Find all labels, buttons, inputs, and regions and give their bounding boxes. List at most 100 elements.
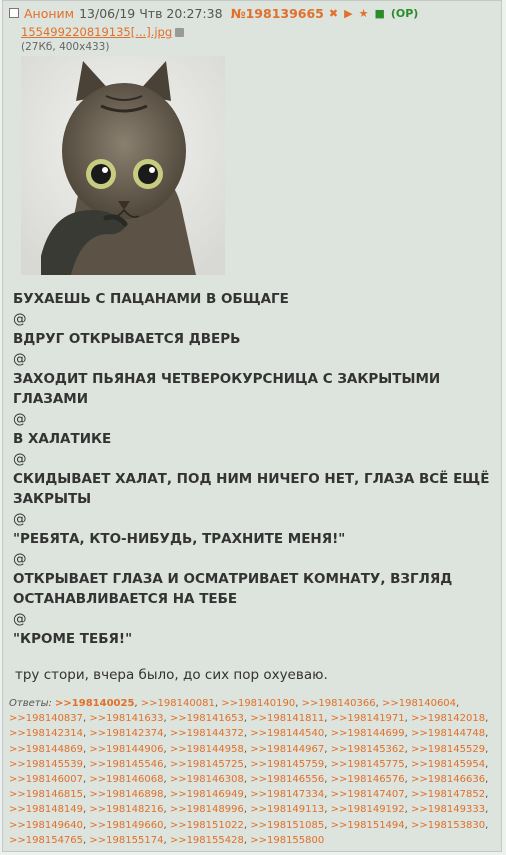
message-line: В ХАЛАТИКЕ xyxy=(13,431,112,447)
at-separator: @ xyxy=(13,351,27,367)
reply-link[interactable]: >>198146576 xyxy=(331,774,405,785)
reply-separator: , xyxy=(243,728,248,740)
replies-label: Ответы: xyxy=(9,698,52,709)
reply-link[interactable]: >>198147334 xyxy=(250,789,324,800)
reply-link[interactable]: >>198144967 xyxy=(250,744,324,755)
reply-link[interactable]: >>198140190 xyxy=(221,698,295,709)
reply-link[interactable]: >>198149333 xyxy=(411,804,485,815)
reply-separator: , xyxy=(83,834,87,846)
reply-link[interactable]: >>198146068 xyxy=(89,774,163,785)
reply-link[interactable]: >>198145546 xyxy=(89,759,163,770)
reply-link[interactable]: >>198141811 xyxy=(250,713,324,724)
file-name[interactable]: 155499220819135[...].jpg xyxy=(21,25,172,39)
reply-separator: , xyxy=(163,758,167,770)
reply-link[interactable]: >>198148149 xyxy=(9,804,83,815)
reply-link[interactable]: >>198155174 xyxy=(89,835,163,846)
reply-link[interactable]: >>198144869 xyxy=(9,744,83,755)
reply-link[interactable]: >>198141633 xyxy=(89,713,163,724)
reply-link[interactable]: >>198144540 xyxy=(250,728,324,739)
reply-link[interactable]: >>198144906 xyxy=(89,744,163,755)
reply-link[interactable]: >>198146007 xyxy=(9,774,83,785)
reply-separator: , xyxy=(163,728,167,740)
file-info: (27Кб, 400x433) xyxy=(21,41,110,53)
reply-separator: , xyxy=(163,743,167,755)
at-separator: @ xyxy=(13,411,27,427)
reply-separator: , xyxy=(243,774,248,786)
reply-link[interactable]: >>198147407 xyxy=(331,789,405,800)
reply-link[interactable]: >>198140025 xyxy=(55,698,134,709)
reply-link[interactable]: >>198145775 xyxy=(331,759,405,770)
reply-link[interactable]: >>198149192 xyxy=(331,804,405,815)
reply-link[interactable]: >>198140366 xyxy=(302,698,376,709)
square-icon[interactable]: ■ xyxy=(374,7,384,20)
reply-separator: , xyxy=(375,698,379,709)
at-separator: @ xyxy=(13,551,27,567)
reply-link[interactable]: >>198145529 xyxy=(411,744,485,755)
reply-separator: , xyxy=(83,743,87,755)
reply-separator: , xyxy=(324,804,328,816)
reply-separator: , xyxy=(485,774,489,786)
search-image-icon[interactable] xyxy=(175,28,185,37)
star-icon[interactable]: ★ xyxy=(359,7,369,20)
reply-link[interactable]: >>198147852 xyxy=(411,789,485,800)
reply-link[interactable]: >>198146308 xyxy=(170,774,244,785)
reply-link[interactable]: >>198151022 xyxy=(170,820,244,831)
reply-link[interactable]: >>198148216 xyxy=(89,804,163,815)
post-author: Аноним xyxy=(24,5,75,21)
message-line: ОТКРЫВАЕТ ГЛАЗА И ОСМАТРИВАЕТ КОМНАТУ, В… xyxy=(13,571,453,607)
reply-link[interactable]: >>198140604 xyxy=(382,698,456,709)
reply-link[interactable]: >>198144372 xyxy=(170,728,244,739)
reply-separator: , xyxy=(83,758,87,770)
reply-separator: , xyxy=(404,819,408,831)
reply-link[interactable]: >>198144699 xyxy=(331,728,405,739)
reply-link[interactable]: >>198146949 xyxy=(170,789,244,800)
reply-link[interactable]: >>198155800 xyxy=(250,835,324,846)
reply-link[interactable]: >>198144958 xyxy=(170,744,244,755)
at-separator: @ xyxy=(13,611,27,627)
reply-link[interactable]: >>198145759 xyxy=(250,759,324,770)
reply-link[interactable]: >>198149113 xyxy=(250,804,324,815)
reply-link[interactable]: >>198154765 xyxy=(9,835,83,846)
reply-link[interactable]: >>198142018 xyxy=(411,713,485,724)
reply-link[interactable]: >>198140081 xyxy=(141,698,215,709)
message-line: ЗАХОДИТ ПЬЯНАЯ ЧЕТВЕРОКУРСНИЦА С ЗАКРЫТЫ… xyxy=(13,371,441,407)
reply-separator: , xyxy=(456,698,460,709)
reply-link[interactable]: >>198151085 xyxy=(250,820,324,831)
reply-separator: , xyxy=(163,804,167,816)
reply-link[interactable]: >>198146636 xyxy=(411,774,485,785)
reply-link[interactable]: >>198144748 xyxy=(411,728,485,739)
reply-link[interactable]: >>198145362 xyxy=(331,744,405,755)
reply-separator: , xyxy=(83,713,87,725)
reply-link[interactable]: >>198141971 xyxy=(331,713,405,724)
file-link[interactable]: 155499220819135[...].jpg xyxy=(21,25,185,39)
reply-link[interactable]: >>198155428 xyxy=(170,835,244,846)
reply-separator: , xyxy=(324,758,328,770)
reply-link[interactable]: >>198142374 xyxy=(89,728,163,739)
reply-separator: , xyxy=(485,789,489,801)
reply-link[interactable]: >>198145539 xyxy=(9,759,83,770)
message-line: БУХАЕШЬ С ПАЦАНАМИ В ОБЩАГЕ xyxy=(13,291,289,307)
reply-link[interactable]: >>198140837 xyxy=(9,713,83,724)
reply-link[interactable]: >>198146815 xyxy=(9,789,83,800)
reply-link[interactable]: >>198146898 xyxy=(89,789,163,800)
reply-link[interactable]: >>198145725 xyxy=(170,759,244,770)
at-separator: @ xyxy=(13,451,27,467)
reply-separator: , xyxy=(243,804,248,816)
reply-separator: , xyxy=(243,789,248,801)
reply-link[interactable]: >>198151494 xyxy=(331,820,405,831)
message-line: "КРОМЕ ТЕБЯ!" xyxy=(13,631,133,647)
play-icon[interactable]: ▶ xyxy=(344,7,352,20)
reply-link[interactable]: >>198145954 xyxy=(411,759,485,770)
reply-link[interactable]: >>198141653 xyxy=(170,713,244,724)
reply-link[interactable]: >>198148996 xyxy=(170,804,244,815)
reply-link[interactable]: >>198149660 xyxy=(89,820,163,831)
reply-separator: , xyxy=(163,789,167,801)
post-thumbnail-image[interactable] xyxy=(21,56,225,275)
close-icon[interactable]: ✖ xyxy=(329,7,338,20)
reply-link[interactable]: >>198149640 xyxy=(9,820,83,831)
reply-link[interactable]: >>198153830 xyxy=(411,820,485,831)
reply-link[interactable]: >>198142314 xyxy=(9,728,83,739)
reply-link[interactable]: >>198146556 xyxy=(250,774,324,785)
select-checkbox[interactable] xyxy=(9,8,19,18)
post-number-link[interactable]: №198139665 xyxy=(231,6,324,21)
